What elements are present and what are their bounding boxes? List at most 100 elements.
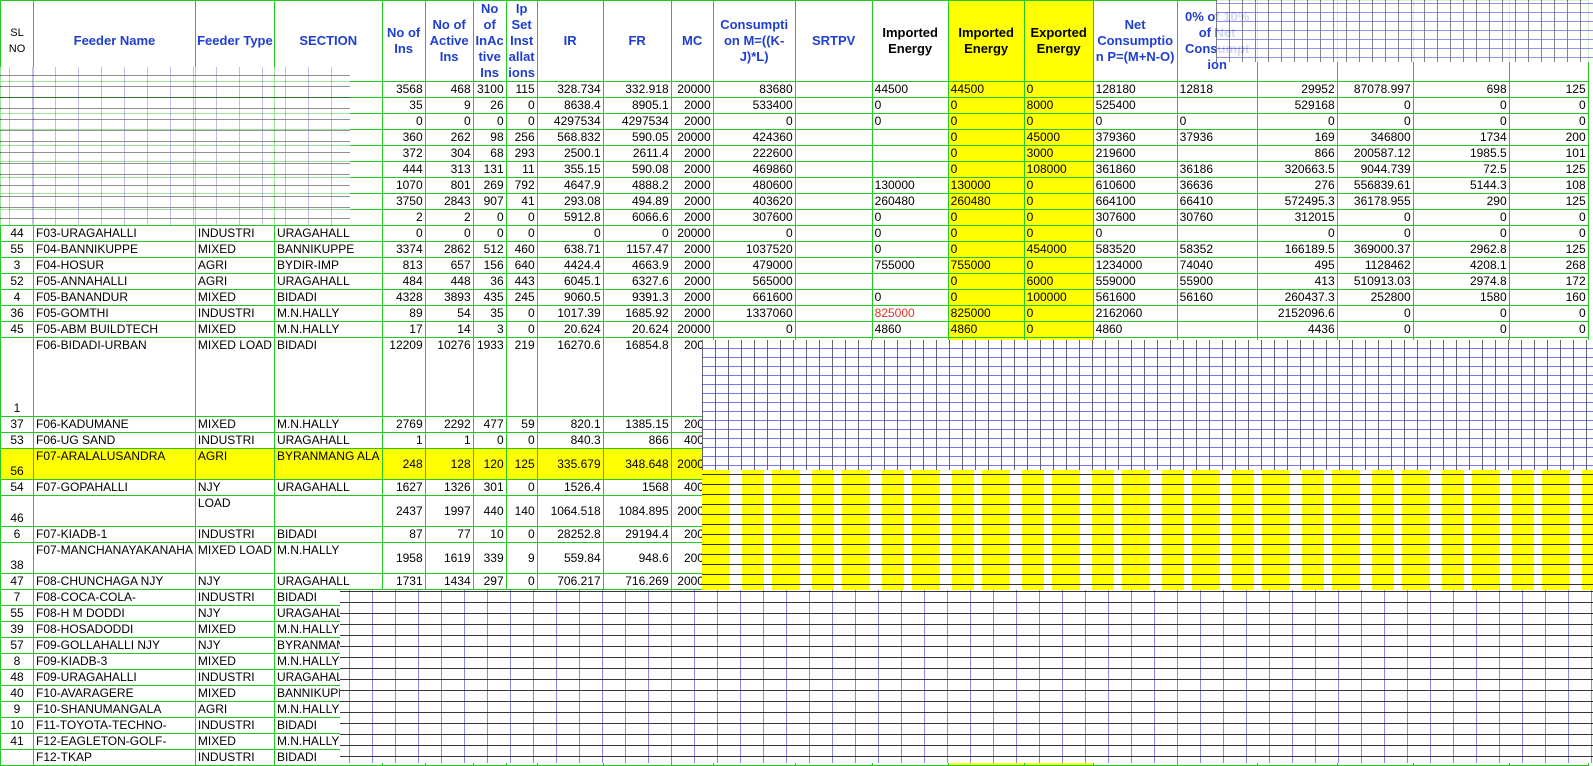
cell-empty[interactable] xyxy=(1092,416,1178,433)
cell-empty[interactable] xyxy=(1508,479,1589,496)
cell-empty[interactable] xyxy=(1412,526,1510,543)
cell-ins[interactable]: 1958 xyxy=(381,542,426,574)
cell-sl[interactable]: 7 xyxy=(0,589,34,606)
cell-fr[interactable] xyxy=(602,621,672,638)
header-no-of-ins[interactable]: No of Ins xyxy=(381,0,426,82)
cell-fr[interactable]: 1685.92 xyxy=(602,305,672,322)
cell-ir[interactable]: 335.679 xyxy=(536,448,604,480)
cell-ins[interactable]: 4328 xyxy=(381,289,426,306)
cell-empty[interactable] xyxy=(1092,605,1178,622)
header-slno[interactable]: SL NO xyxy=(0,0,34,82)
cell-s[interactable]: 0 xyxy=(1256,225,1338,242)
cell-empty[interactable] xyxy=(794,717,873,734)
cell-empty[interactable] xyxy=(1092,685,1178,702)
cell-v[interactable]: 0 xyxy=(1508,209,1589,226)
cell-ins[interactable]: 248 xyxy=(381,448,426,480)
cell-ir[interactable]: 0 xyxy=(536,225,604,242)
cell-srtpv[interactable] xyxy=(794,273,873,290)
cell-active[interactable]: 262 xyxy=(424,129,474,146)
cell-active[interactable]: 468 xyxy=(424,81,474,98)
cell-t[interactable]: 0 xyxy=(1336,97,1414,114)
cell-mc[interactable]: 2000 xyxy=(670,113,714,130)
cell-mc[interactable]: 2000 xyxy=(670,526,714,543)
cell-empty[interactable] xyxy=(871,669,949,686)
cell-empty[interactable] xyxy=(712,416,796,433)
cell-section[interactable]: BIDADI xyxy=(273,337,383,417)
cell-srtpv[interactable] xyxy=(794,225,873,242)
cell-fr[interactable]: 494.89 xyxy=(602,193,672,210)
cell-empty[interactable] xyxy=(1508,573,1589,590)
cell-active[interactable]: 0 xyxy=(424,113,474,130)
cell-imp2[interactable]: 0 xyxy=(947,161,1025,178)
cell-empty[interactable] xyxy=(1023,685,1094,702)
cell-empty[interactable] xyxy=(1092,701,1178,718)
cell-s[interactable]: 4436 xyxy=(1256,321,1338,338)
cell-empty[interactable] xyxy=(1256,701,1338,718)
cell-empty[interactable] xyxy=(1256,685,1338,702)
cell-net[interactable]: 0 xyxy=(1092,113,1178,130)
cell-ip[interactable]: 443 xyxy=(505,273,538,290)
cell-sl[interactable]: 6 xyxy=(0,526,34,543)
cell-ins[interactable]: 813 xyxy=(381,257,426,274)
cell-fr[interactable]: 1385.15 xyxy=(602,416,672,433)
cell-inactive[interactable]: 10 xyxy=(472,526,507,543)
cell-fr[interactable]: 6327.6 xyxy=(602,273,672,290)
cell-active[interactable]: 304 xyxy=(424,145,474,162)
cell-ir[interactable] xyxy=(536,733,604,750)
cell-active[interactable]: 0 xyxy=(424,225,474,242)
cell-type[interactable] xyxy=(194,193,275,210)
cell-name[interactable]: F09-KIADB-3 xyxy=(33,653,196,670)
cell-type[interactable]: INDUSTRI xyxy=(194,669,275,686)
cell-ir[interactable] xyxy=(536,621,604,638)
cell-s[interactable]: 866 xyxy=(1256,145,1338,162)
cell-empty[interactable] xyxy=(1508,432,1589,449)
cell-sl[interactable]: 10 xyxy=(0,717,34,734)
header-col-v[interactable] xyxy=(1508,0,1589,82)
cell-sl[interactable]: 55 xyxy=(0,605,34,622)
cell-empty[interactable] xyxy=(712,701,796,718)
cell-v[interactable]: 125 xyxy=(1508,241,1589,258)
cell-inactive[interactable] xyxy=(472,605,507,622)
cell-imp1[interactable]: 0 xyxy=(871,225,949,242)
cell-empty[interactable] xyxy=(794,526,873,543)
cell-empty[interactable] xyxy=(712,526,796,543)
cell-name[interactable]: F07-GOPAHALLI xyxy=(33,479,196,496)
cell-inactive[interactable] xyxy=(472,701,507,718)
cell-mc[interactable]: 2000 xyxy=(670,177,714,194)
cell-section[interactable]: BYDIR-IMP xyxy=(273,257,383,274)
cell-inactive[interactable]: 35 xyxy=(472,305,507,322)
cell-fr[interactable]: 0 xyxy=(602,225,672,242)
cell-ins[interactable]: 35 xyxy=(381,97,426,114)
cell-ins[interactable]: 2437 xyxy=(381,495,426,527)
cell-sl[interactable] xyxy=(0,145,34,162)
cell-mc[interactable]: 20000 xyxy=(670,321,714,338)
cell-section[interactable]: M.N.HALLY xyxy=(273,321,383,338)
cell-mc[interactable]: 2000 xyxy=(670,589,714,606)
cell-empty[interactable] xyxy=(1412,495,1510,527)
cell-empty[interactable] xyxy=(1412,749,1510,766)
cell-inactive[interactable]: 26 xyxy=(472,97,507,114)
cell-s[interactable]: 276 xyxy=(1256,177,1338,194)
cell-inactive[interactable] xyxy=(472,733,507,750)
cell-empty[interactable] xyxy=(712,653,796,670)
cell-cons[interactable]: 83680 xyxy=(712,81,796,98)
cell-v[interactable]: 101 xyxy=(1508,145,1589,162)
cell-srtpv[interactable] xyxy=(794,241,873,258)
cell-srtpv[interactable] xyxy=(794,113,873,130)
cell-v[interactable]: 0 xyxy=(1508,225,1589,242)
cell-pct[interactable]: 58352 xyxy=(1176,241,1258,258)
cell-fr[interactable] xyxy=(602,685,672,702)
cell-empty[interactable] xyxy=(794,479,873,496)
cell-active[interactable]: 1326 xyxy=(424,479,474,496)
cell-empty[interactable] xyxy=(947,448,1025,480)
cell-exp[interactable]: 0 xyxy=(1023,321,1094,338)
cell-pct[interactable]: 74040 xyxy=(1176,257,1258,274)
cell-sl[interactable]: 37 xyxy=(0,416,34,433)
cell-ip[interactable]: 0 xyxy=(505,589,538,606)
cell-u[interactable]: 0 xyxy=(1412,225,1510,242)
cell-imp1[interactable]: 0 xyxy=(871,113,949,130)
cell-fr[interactable]: 8905.1 xyxy=(602,97,672,114)
cell-sl[interactable]: 56 xyxy=(0,448,34,480)
cell-mc[interactable]: 2000 xyxy=(670,257,714,274)
cell-inactive[interactable]: 477 xyxy=(472,416,507,433)
